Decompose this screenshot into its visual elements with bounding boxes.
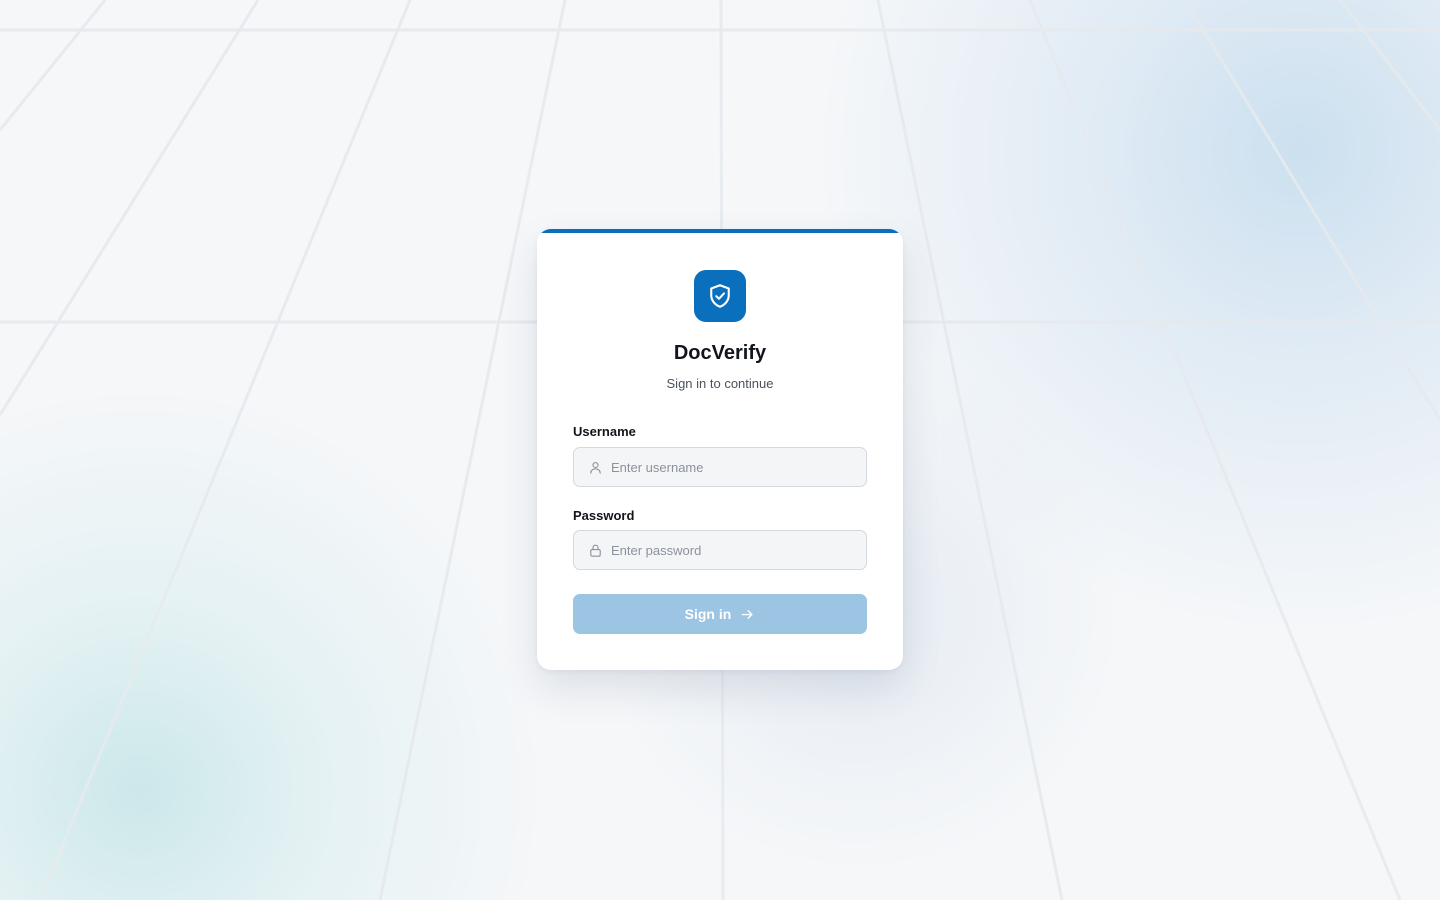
shield-check-icon: [706, 282, 734, 310]
app-title: DocVerify: [673, 342, 767, 364]
username-input[interactable]: [611, 459, 866, 475]
sign-in-label: Sign in: [684, 606, 732, 622]
sign-in-button[interactable]: Sign in: [573, 594, 867, 634]
arrow-right-icon: [740, 607, 755, 622]
password-label: Password: [573, 508, 635, 523]
password-input[interactable]: [611, 542, 866, 558]
username-field[interactable]: [573, 447, 867, 487]
password-field[interactable]: [573, 530, 867, 570]
app-subtitle: Sign in to continue: [666, 376, 774, 391]
login-card: DocVerify Sign in to continue Username P…: [537, 229, 903, 670]
lock-icon: [587, 542, 603, 558]
username-label: Username: [573, 424, 636, 439]
card-accent-bar: [537, 229, 903, 233]
user-icon: [587, 459, 603, 475]
app-logo: [694, 270, 746, 322]
